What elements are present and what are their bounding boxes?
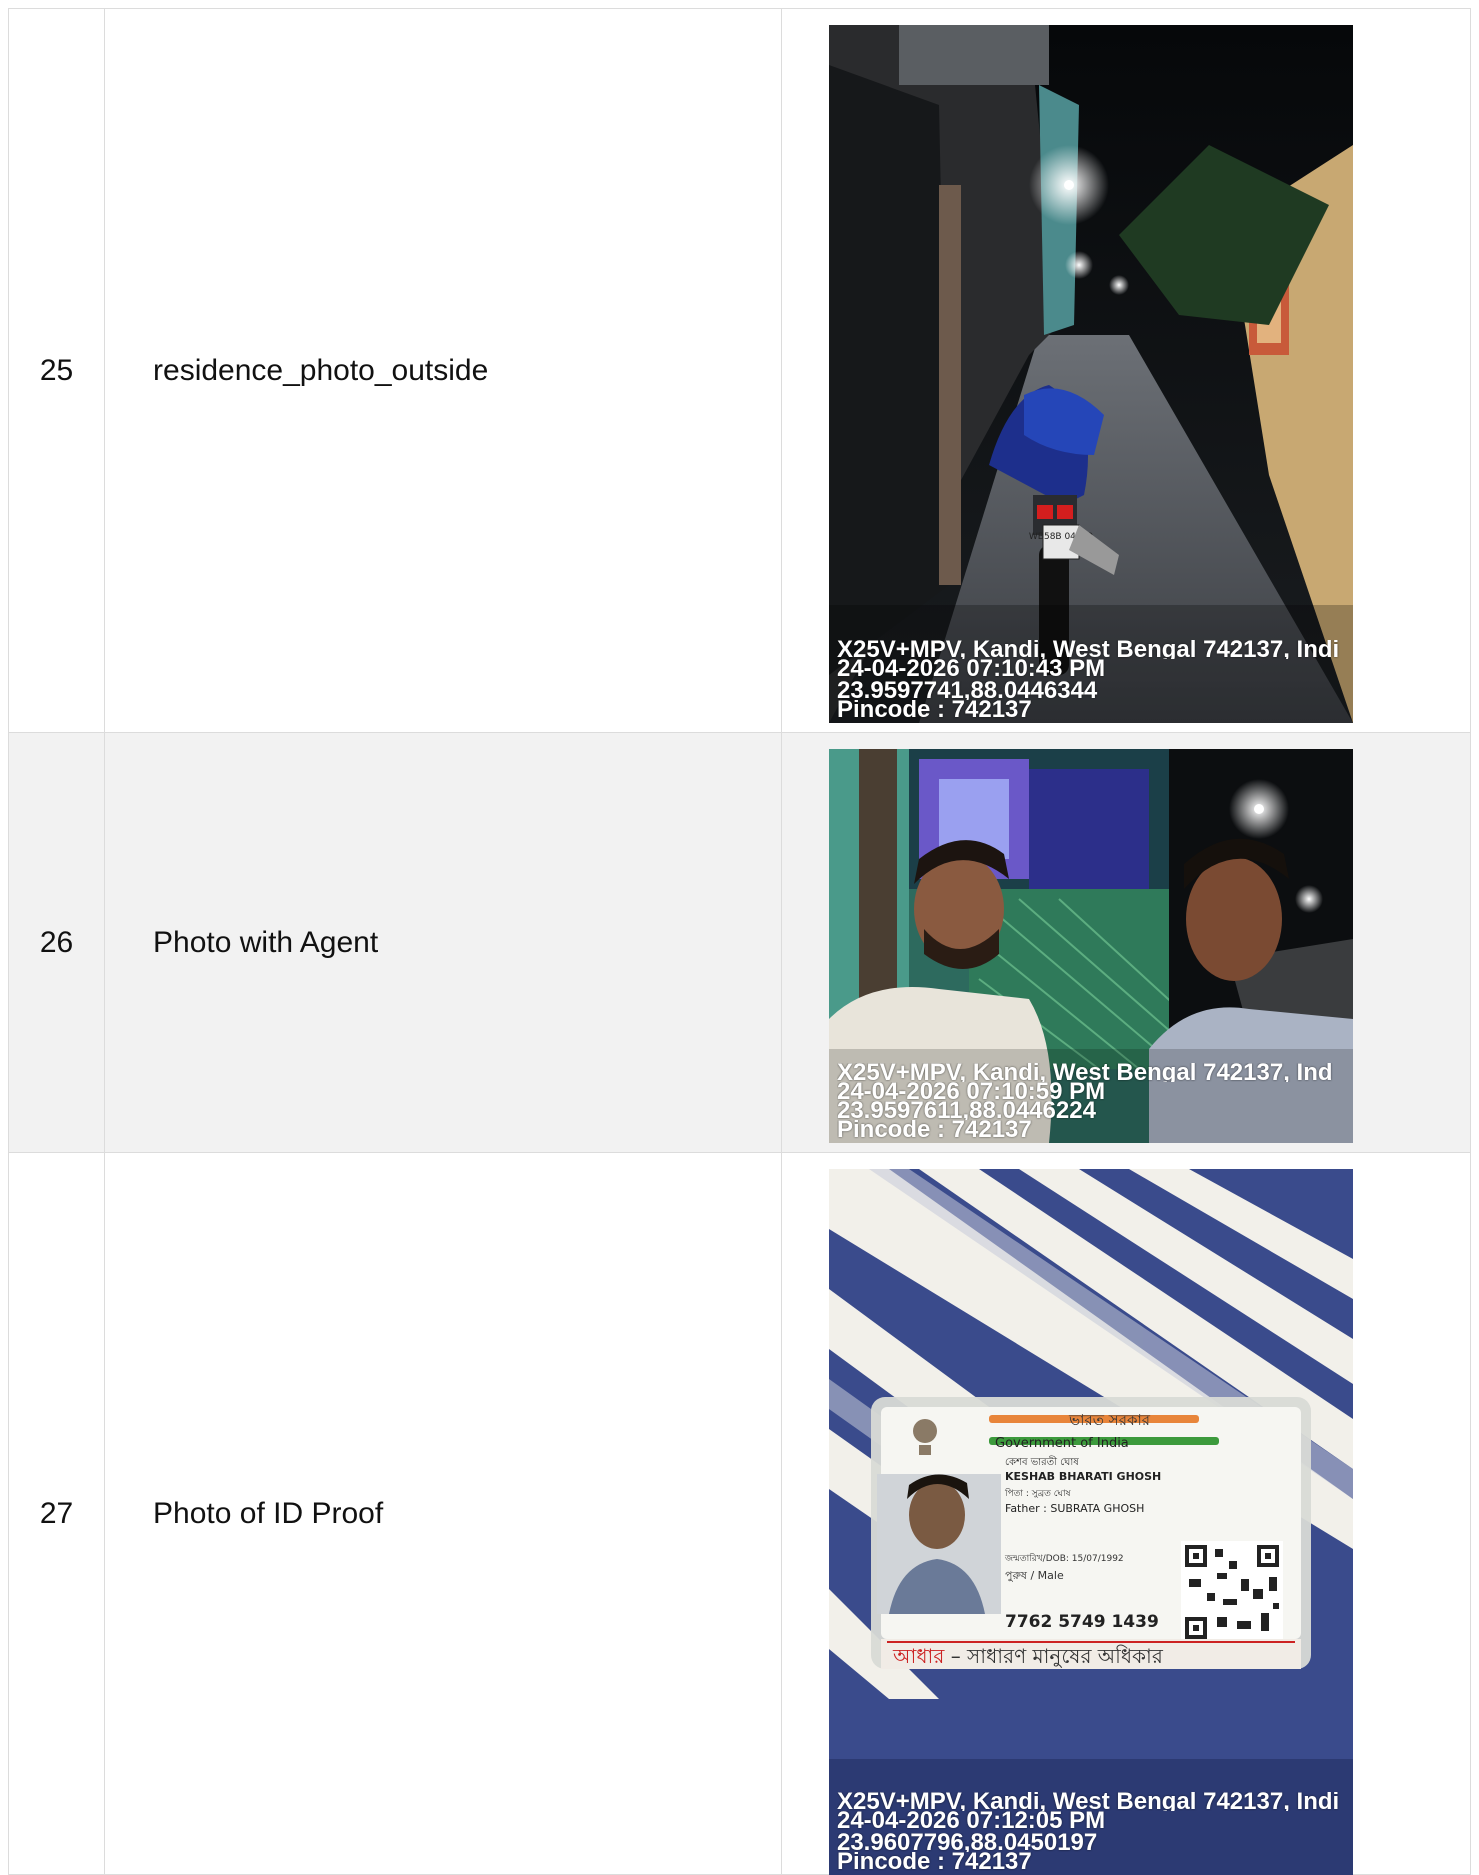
id-dob: জন্মতারিখ/DOB: 15/07/1992	[1004, 1553, 1124, 1564]
photo-cell: WB58B 04199 X25V+MPV, Kandi, West Bengal…	[780, 8, 1472, 733]
row-label: Photo of ID Proof	[104, 1152, 782, 1875]
row-index: 26	[7, 732, 106, 1153]
id-number: 7762 5749 1439	[1005, 1612, 1159, 1632]
street-night-photo: WB58B 04199	[828, 25, 1353, 723]
geotag-datetime: 24-04-2026 07:10:43 PM	[836, 659, 1106, 678]
id-proof-photo: ভারত সরকার Government of India কেশব ভারত…	[828, 1169, 1353, 1875]
table-row: 26 Photo with Agent X25V+MPV, Kandi, Wes…	[7, 732, 1472, 1153]
geotag-datetime: 24-04-2026 07:12:05 PM	[836, 1811, 1106, 1830]
geotag-coords: 23.9597611,88.0446224	[836, 1101, 1096, 1120]
photo-geotag-overlay: X25V+MPV, Kandi, West Bengal 742137, Ind…	[837, 640, 1353, 719]
row-index: 25	[7, 8, 106, 733]
geotag-pincode: Pincode : 742137	[836, 1120, 1032, 1139]
photo-cell: X25V+MPV, Kandi, West Bengal 742137, Ind…	[780, 732, 1472, 1153]
row-label: residence_photo_outside	[104, 8, 782, 733]
photo-table: 25 residence_photo_outside WB58B 04199 X…	[7, 8, 1472, 1875]
id-gender: পুরুষ / Male	[1005, 1569, 1064, 1582]
id-header-bn: ভারত সরকার	[1068, 1411, 1151, 1429]
id-name-bn: কেশব ভারতী ঘোষ	[1005, 1455, 1079, 1468]
qr-code-icon	[1180, 1541, 1283, 1643]
id-header-en: Government of India	[995, 1436, 1129, 1451]
photo-cell: ভারত সরকার Government of India কেশব ভারত…	[780, 1152, 1472, 1875]
geotag-address: X25V+MPV, Kandi, West Bengal 742137, Ind	[836, 1063, 1333, 1082]
id-footer-tagline: – সাধারণ মানুষের অধিকার	[944, 1644, 1163, 1668]
geotag-pincode: Pincode : 742137	[836, 1852, 1032, 1871]
id-name-en: KESHAB BHARATI GHOSH	[1005, 1470, 1161, 1483]
geotag-coords: 23.9607796,88.0450197	[836, 1833, 1098, 1852]
row-label: Photo with Agent	[104, 732, 782, 1153]
geotag-datetime: 24-04-2026 07:10:59 PM	[836, 1082, 1106, 1101]
photo-geotag-overlay: X25V+MPV, Kandi, West Bengal 742137, Ind…	[837, 1063, 1353, 1139]
photo-with-agent[interactable]: X25V+MPV, Kandi, West Bengal 742137, Ind…	[828, 749, 1353, 1143]
id-father-en: Father : SUBRATA GHOSH	[1005, 1502, 1144, 1515]
table-row: 25 residence_photo_outside WB58B 04199 X…	[7, 8, 1472, 733]
photo-geotag-overlay: X25V+MPV, Kandi, West Bengal 742137, Ind…	[837, 1792, 1353, 1871]
geotag-pincode: Pincode : 742137	[836, 700, 1032, 719]
id-father-bn: পিতা : সুব্রত ঘোষ	[1004, 1488, 1072, 1499]
photo-of-id-proof[interactable]: ভারত সরকার Government of India কেশব ভারত…	[828, 1169, 1353, 1875]
table-row: 27 Photo of ID Proof ভারত সরকার Governme…	[7, 1152, 1472, 1875]
residence-photo-outside[interactable]: WB58B 04199 X25V+MPV, Kandi, West Bengal…	[828, 25, 1353, 723]
geotag-address: X25V+MPV, Kandi, West Bengal 742137, Ind…	[836, 640, 1340, 659]
row-index: 27	[7, 1152, 106, 1875]
geotag-address: X25V+MPV, Kandi, West Bengal 742137, Ind…	[836, 1792, 1340, 1811]
id-footer: আধার – সাধারণ মানুষের অধিকার	[892, 1644, 1164, 1668]
id-footer-aadhaar: আধার	[892, 1644, 945, 1668]
geotag-coords: 23.9597741,88.0446344	[836, 681, 1098, 700]
